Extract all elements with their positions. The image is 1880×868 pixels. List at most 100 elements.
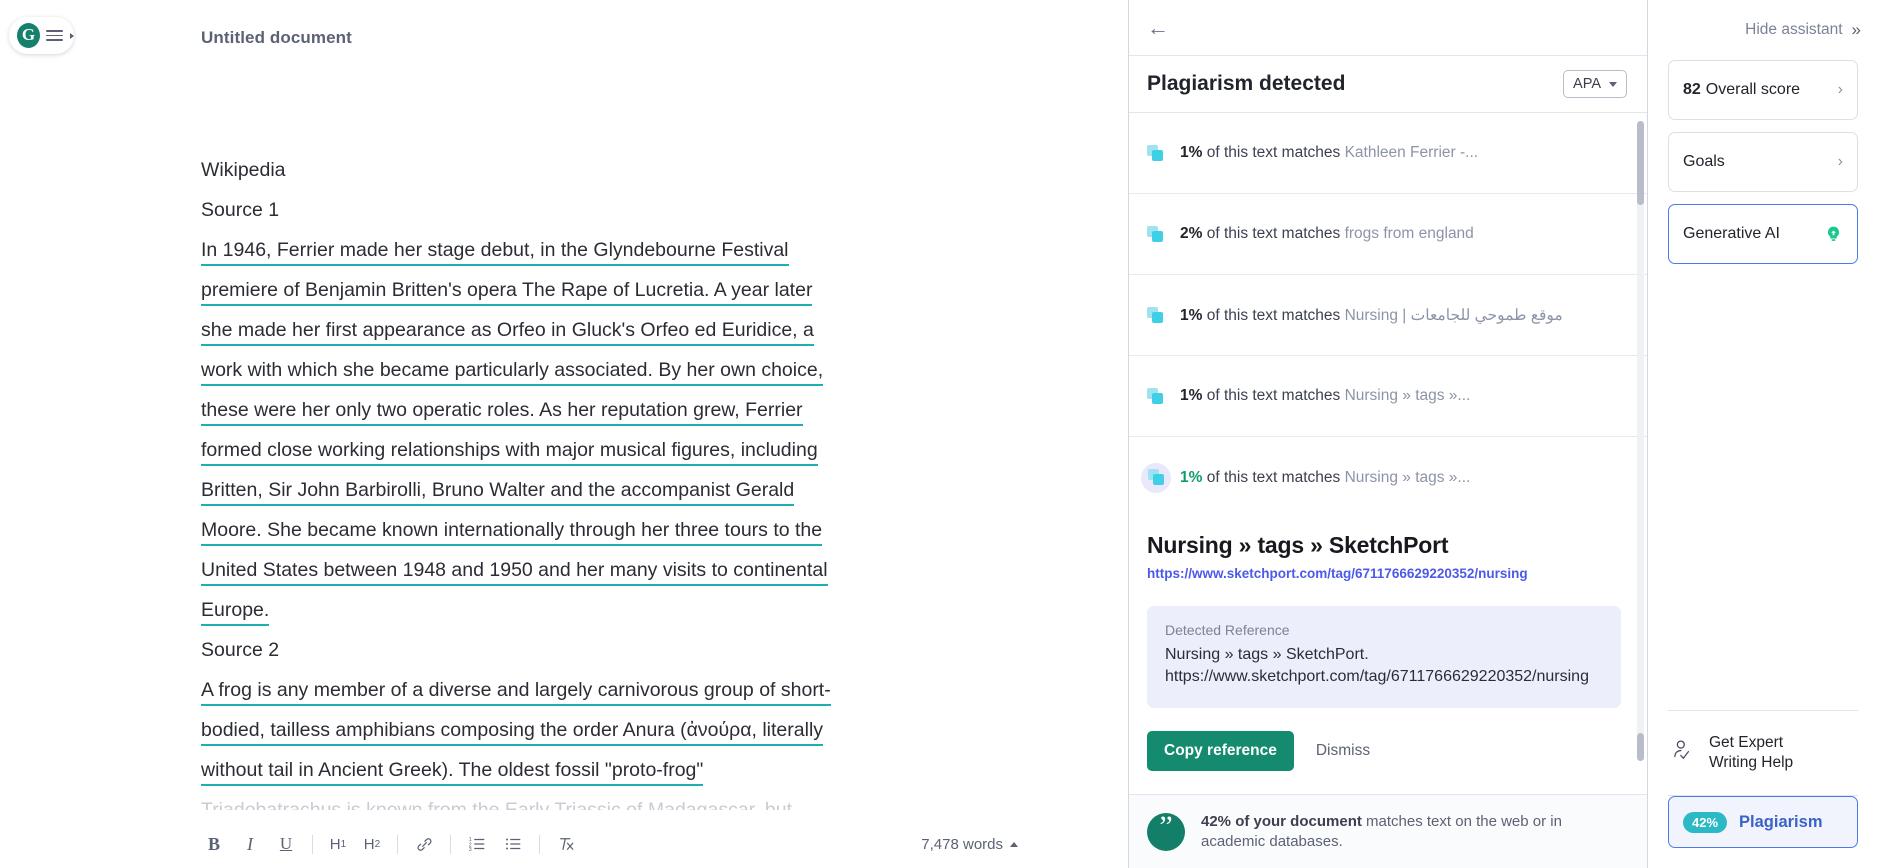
plagiarism-panel: ← Plagiarism detected APA 1% of this tex… (1128, 0, 1648, 868)
plagiarism-highlight[interactable]: United States between 1948 and 1950 and … (201, 559, 828, 586)
document-line: bodied, tailless amphibians composing th… (201, 710, 961, 750)
match-indicator (1147, 387, 1164, 405)
dismiss-button[interactable]: Dismiss (1300, 731, 1386, 771)
panel-scrollbar-thumb-bottom[interactable] (1637, 733, 1644, 761)
heading2-label: H (363, 835, 375, 853)
expert-help-label: Get Expert Writing Help (1709, 733, 1793, 773)
plagiarism-highlight[interactable]: In 1946, Ferrier made her stage debut, i… (201, 239, 789, 266)
toolbar-divider (397, 834, 398, 854)
heading1-sub: 1 (340, 838, 347, 850)
plagiarism-highlight[interactable]: bodied, tailless amphibians composing th… (201, 719, 824, 746)
plagiarism-match-row[interactable]: 1% of this text matches Nursing » tags »… (1129, 356, 1647, 437)
app-menu-pill[interactable]: G (9, 17, 74, 54)
plagiarism-highlight[interactable]: Europe. (201, 599, 270, 626)
bold-button[interactable]: B (196, 828, 232, 860)
plagiarism-highlight[interactable]: Moore. She became known internationally … (201, 519, 823, 546)
heading1-button[interactable]: H1 (321, 828, 355, 860)
match-middle-text: of this text matches (1202, 387, 1345, 404)
plagiarism-highlight[interactable]: Britten, Sir John Barbirolli, Bruno Walt… (201, 479, 795, 506)
match-source-link[interactable]: Nursing » tags »... (1345, 387, 1471, 404)
plagiarism-highlight[interactable]: these were her only two operatic roles. … (201, 399, 803, 426)
get-expert-writing-help[interactable]: Get Expert Writing Help (1668, 711, 1858, 795)
heading2-sub: 2 (374, 838, 381, 850)
detected-reference-text: Nursing » tags » SketchPort. https://www… (1165, 646, 1589, 685)
person-check-icon (1670, 737, 1696, 769)
italic-button[interactable]: I (232, 828, 268, 860)
detail-url-link[interactable]: https://www.sketchport.com/tag/671176662… (1147, 566, 1621, 581)
chevron-right-icon: › (1837, 81, 1843, 98)
plagiarism-chip-label: Plagiarism (1739, 812, 1823, 831)
plagiarism-match-row[interactable]: 1% of this text matches Nursing | موقع ط… (1129, 275, 1647, 356)
document-line: Triadobatrachus is known from the Early … (201, 799, 793, 810)
plagiarism-highlight[interactable]: premiere of Benjamin Britten's opera The… (201, 279, 813, 306)
expert-help-line1: Get Expert (1709, 734, 1784, 751)
match-text: 1% of this text matches Nursing | موقع ط… (1180, 306, 1563, 325)
panel-scrollbar-track[interactable] (1637, 121, 1644, 761)
copy-pages-icon (1147, 469, 1165, 486)
plagiarism-match-row[interactable]: 1% of this text matches Kathleen Ferrier… (1129, 113, 1647, 194)
heading1-label: H (329, 835, 341, 853)
match-source-link[interactable]: Kathleen Ferrier -... (1345, 144, 1479, 161)
link-icon[interactable] (406, 828, 442, 860)
plagiarism-highlight[interactable]: formed close working relationships with … (201, 439, 818, 466)
hamburger-menu-icon[interactable] (46, 30, 63, 41)
plagiarism-chip[interactable]: 42% Plagiarism (1668, 796, 1858, 848)
goals-card[interactable]: Goals › (1668, 132, 1858, 192)
plagiarism-highlight[interactable]: she made her first appearance as Orfeo i… (201, 319, 814, 346)
match-indicator (1147, 144, 1164, 162)
match-source-link[interactable]: frogs from england (1345, 225, 1474, 242)
copy-reference-button[interactable]: Copy reference (1147, 731, 1294, 771)
panel-scrollbar-thumb-top[interactable] (1637, 121, 1644, 205)
word-count[interactable]: 7,478 words (921, 836, 1018, 853)
plagiarism-match-row[interactable]: 2% of this text matches frogs from engla… (1129, 194, 1647, 275)
copy-pages-icon (1147, 144, 1164, 162)
toolbar-divider (539, 834, 540, 854)
overall-score-card[interactable]: 82 Overall score › (1668, 60, 1858, 120)
plagiarism-summary-footer: ” 42% of your document matches text on t… (1129, 794, 1647, 868)
match-text: 1% of this text matches Kathleen Ferrier… (1180, 144, 1478, 162)
heading2-button[interactable]: H2 (355, 828, 389, 860)
formatting-toolbar: B I U H1 H2 1 2 3 7,478 words (0, 820, 1128, 868)
plagiarism-match-row[interactable]: 1% of this text matches Nursing » tags »… (1129, 437, 1647, 518)
bullet-list-icon[interactable] (495, 828, 531, 860)
match-percent: 1% (1180, 144, 1203, 161)
document-line: A frog is any member of a diverse and la… (201, 670, 961, 710)
document-line: formed close working relationships with … (201, 430, 961, 470)
quote-icon: ” (1147, 811, 1185, 851)
plagiarism-panel-header: ← (1129, 0, 1647, 56)
plagiarism-highlight[interactable]: work with which she became particularly … (201, 359, 824, 386)
citation-style-select[interactable]: APA (1563, 70, 1627, 98)
chevron-down-icon (1609, 81, 1617, 87)
document-line: Moore. She became known internationally … (201, 510, 961, 550)
toolbar-divider (312, 834, 313, 854)
plagiarism-summary-text: 42% of your document matches text on the… (1201, 812, 1621, 852)
assistant-sidebar: Hide assistant » 82 Overall score › Goal… (1648, 0, 1878, 868)
match-source-link[interactable]: Nursing » tags »... (1345, 469, 1471, 486)
grammarly-g-icon: G (17, 23, 40, 48)
hide-assistant-button[interactable]: Hide assistant » (1668, 0, 1861, 60)
plagiarism-subheader: Plagiarism detected APA (1129, 56, 1647, 113)
plagiarism-summary-strong: 42% of your document (1201, 812, 1362, 830)
detail-title: Nursing » tags » SketchPort (1147, 532, 1449, 558)
document-line: without tail in Ancient Greek). The olde… (201, 750, 961, 790)
generative-ai-card[interactable]: Generative AI (1668, 204, 1858, 264)
plagiarism-scroll-area[interactable]: 1% of this text matches Kathleen Ferrier… (1129, 113, 1647, 794)
match-indicator (1141, 462, 1171, 493)
document-line: Europe. (201, 590, 961, 630)
match-indicator (1147, 306, 1164, 324)
underline-button[interactable]: U (268, 828, 304, 860)
ordered-list-icon[interactable]: 1 2 3 (459, 828, 495, 860)
clear-formatting-icon[interactable] (548, 828, 584, 860)
citation-style-value: APA (1573, 76, 1601, 92)
plagiarism-highlight[interactable]: without tail in Ancient Greek). The olde… (201, 759, 704, 786)
document-title[interactable]: Untitled document (201, 28, 352, 48)
document-body[interactable]: Wikipedia Source 1 In 1946, Ferrier made h… (201, 150, 961, 810)
match-indicator (1147, 225, 1164, 243)
plagiarism-highlight[interactable]: A frog is any member of a diverse and la… (201, 679, 831, 706)
overall-score-label: Overall score (1705, 81, 1801, 98)
back-arrow-icon[interactable]: ← (1147, 16, 1169, 39)
expert-help-line2: Writing Help (1709, 754, 1794, 771)
match-percent: 2% (1180, 225, 1203, 242)
match-source-link[interactable]: Nursing | موقع طموحي للجامعات (1345, 307, 1563, 324)
match-percent: 1% (1180, 468, 1203, 486)
